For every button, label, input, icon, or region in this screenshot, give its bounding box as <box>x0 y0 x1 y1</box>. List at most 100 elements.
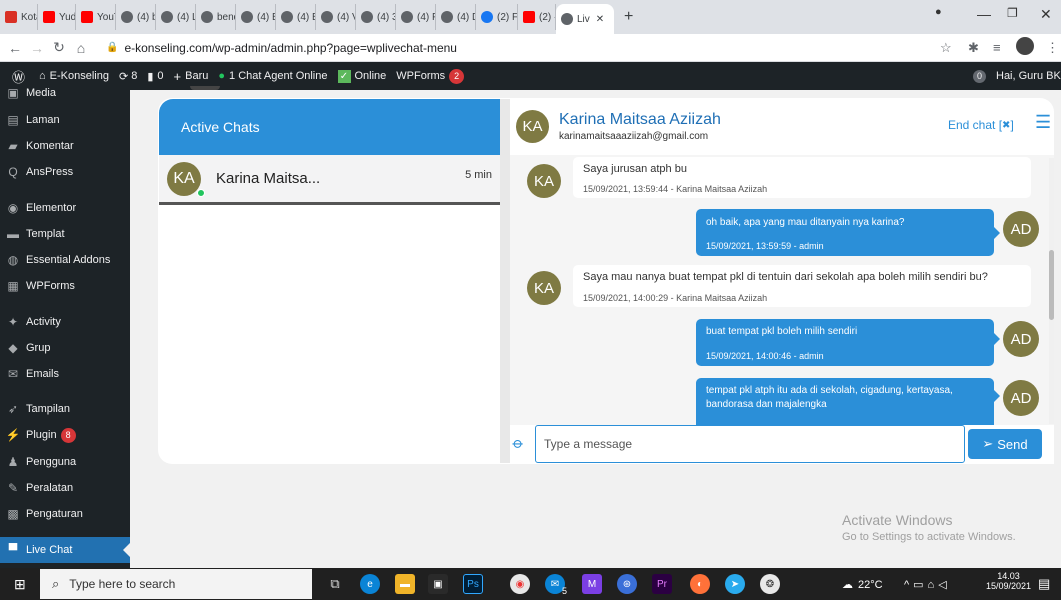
menu-pengaturan[interactable]: ▩ Pengaturan <box>0 501 130 527</box>
chat-menu-icon[interactable]: ☰ <box>1035 112 1051 133</box>
home-button[interactable]: ⌂ <box>70 40 92 56</box>
restore-button[interactable]: ❐ <box>1007 6 1018 20</box>
incoming-avatar: KA <box>527 271 561 305</box>
file-explorer-icon[interactable]: ▬ <box>395 574 415 594</box>
clock[interactable]: 14.03 15/09/2021 <box>986 571 1031 591</box>
online-toggle[interactable]: ✓ Online <box>337 69 386 83</box>
globe-icon <box>361 11 373 23</box>
group-icon: ◆ <box>8 341 18 355</box>
message-scrollbar-thumb[interactable] <box>1049 250 1054 320</box>
tab-page-5[interactable]: bendu <box>196 4 236 30</box>
message-input[interactable] <box>535 425 965 463</box>
menu-anspress[interactable]: Q AnsPress <box>0 159 130 185</box>
firefox-icon[interactable]: ◐ <box>690 574 710 594</box>
vs-icon[interactable]: M <box>582 574 602 594</box>
user-account-link[interactable]: Hai, Guru BK <box>996 69 1061 83</box>
chat-list-item[interactable]: KA Karina Maitsa... 5 min <box>159 155 500 205</box>
tab-page-6[interactable]: (4) Be <box>236 4 276 30</box>
reload-button[interactable]: ↻ <box>48 39 70 56</box>
tab-page-7[interactable]: (4) BE <box>276 4 316 30</box>
menu-pengguna[interactable]: ♟ Pengguna <box>0 449 130 475</box>
menu-grup[interactable]: ◆ Grup <box>0 335 130 361</box>
forward-button[interactable]: → <box>26 40 48 56</box>
tab-facebook[interactable]: (2) Fac <box>476 4 518 30</box>
taskbar-search-box[interactable]: ⌕ Type here to search <box>40 569 312 599</box>
photoshop-icon[interactable]: Ps <box>463 574 483 594</box>
browser-menu-icon[interactable]: ⋮ <box>1046 40 1059 56</box>
wpforms-badge: 2 <box>449 68 465 84</box>
menu-komentar[interactable]: ▰ Komentar <box>0 133 130 159</box>
notifications-link[interactable]: 0 <box>973 69 986 83</box>
updates-link[interactable]: ⟳ 8 <box>119 70 137 83</box>
media-icon: ▣ <box>7 86 19 100</box>
top-handle <box>190 86 220 90</box>
task-view-icon[interactable]: ⧉ <box>325 574 345 594</box>
menu-laman[interactable]: ▤ Laman <box>0 107 130 133</box>
tab-page-11[interactable]: (4) Dir <box>436 4 476 30</box>
close-window-button[interactable]: ✕ <box>1040 6 1052 23</box>
menu-media[interactable]: ▣ Media <box>0 83 130 103</box>
ea-icon: ◍ <box>7 253 19 267</box>
tab-live-chat-active[interactable]: Liv ✕ <box>556 4 614 34</box>
tab-page-10[interactable]: (4) PE <box>396 4 436 30</box>
tab-youtube-3[interactable]: (2)◂ <box>518 4 556 30</box>
tab-page-4[interactable]: (4) LIV <box>156 4 196 30</box>
site-name-link[interactable]: ⌂ E-Konseling <box>39 70 109 82</box>
new-content-link[interactable]: + Baru <box>174 69 209 84</box>
profile-avatar[interactable] <box>1016 37 1034 55</box>
menu-tampilan[interactable]: ➶ Tampilan <box>0 396 130 422</box>
weather-widget[interactable]: ☁ 22°C <box>842 578 883 592</box>
menu-wpforms[interactable]: ▦ WPForms <box>0 273 130 299</box>
bookmark-star-icon[interactable]: ☆ <box>940 40 952 56</box>
globe-icon <box>281 11 293 23</box>
close-tab-icon[interactable]: ✕ <box>596 14 604 25</box>
anspress-icon: Q <box>8 165 18 179</box>
message-thread: KA Saya jurusan atph bu 15/09/2021, 13:5… <box>510 155 1054 425</box>
tab-page-9[interactable]: (4) 31 <box>356 4 396 30</box>
refresh-icon: ⟳ <box>119 70 129 83</box>
comments-link[interactable]: ▮ 0 <box>147 70 163 83</box>
new-tab-button[interactable]: + <box>624 8 633 26</box>
menu-templat[interactable]: ▬ Templat <box>0 221 130 247</box>
email-icon: ✉ <box>7 367 19 381</box>
menu-activity[interactable]: ✦ Activity <box>0 309 130 335</box>
profile-dot-icon[interactable]: ● <box>935 6 942 18</box>
incoming-avatar: KA <box>527 164 561 198</box>
send-button[interactable]: ➢ Send <box>968 429 1042 459</box>
tab-page-3[interactable]: (4) bir <box>116 4 156 30</box>
premiere-icon[interactable]: Pr <box>652 574 672 594</box>
end-chat-button[interactable]: End chat [✖] <box>948 118 1014 132</box>
chrome-icon[interactable]: ◉ <box>510 574 530 594</box>
chat-agents-status[interactable]: ● 1 Chat Agent Online <box>218 70 327 82</box>
menu-elementor[interactable]: ◉ Elementor <box>0 195 130 221</box>
menu-live-chat[interactable]: ▀ Live Chat <box>0 537 130 563</box>
app-icon[interactable]: ⊛ <box>617 574 637 594</box>
admin-avatar: AD <box>1003 211 1039 247</box>
tab-youtube-1[interactable]: Yudi F <box>38 4 76 30</box>
windows-start-icon[interactable]: ⊞ <box>14 576 26 593</box>
menu-emails[interactable]: ✉ Emails <box>0 361 130 387</box>
globe-icon <box>401 11 413 23</box>
system-tray-icons[interactable]: ^▭⌂◁ <box>904 578 951 591</box>
menu-plugin[interactable]: ⚡ Plugin 8 <box>0 422 130 448</box>
edge-icon[interactable]: e <box>360 574 380 594</box>
menu-peralatan[interactable]: ✎ Peralatan <box>0 475 130 501</box>
menu-essential-addons[interactable]: ◍ Essential Addons <box>0 247 130 273</box>
cloud-icon: ☁ <box>842 579 853 591</box>
telegram-icon[interactable]: ➤ <box>725 574 745 594</box>
extensions-icon[interactable]: ✱ <box>968 40 979 56</box>
tab-gmail[interactable]: Kotak <box>0 4 38 30</box>
checkbox-checked-icon: ✓ <box>337 69 351 83</box>
url-bar[interactable]: 🔒 e-konseling.com/wp-admin/admin.php?pag… <box>106 41 457 55</box>
back-button[interactable]: ← <box>4 40 26 56</box>
user-icon: ♟ <box>7 455 19 469</box>
chrome-2-icon[interactable]: ❂ <box>760 574 780 594</box>
tab-page-8[interactable]: (4) Vic <box>316 4 356 30</box>
minimize-button[interactable]: — <box>977 6 991 22</box>
reading-list-icon[interactable]: ≡ <box>993 40 1001 55</box>
wpforms-link[interactable]: WPForms 2 <box>396 68 465 84</box>
tab-youtube-2[interactable]: YouTu <box>76 4 116 30</box>
notification-center-icon[interactable]: ▤ <box>1038 576 1050 592</box>
store-icon[interactable]: ▣ <box>428 574 448 594</box>
globe-icon <box>121 11 133 23</box>
